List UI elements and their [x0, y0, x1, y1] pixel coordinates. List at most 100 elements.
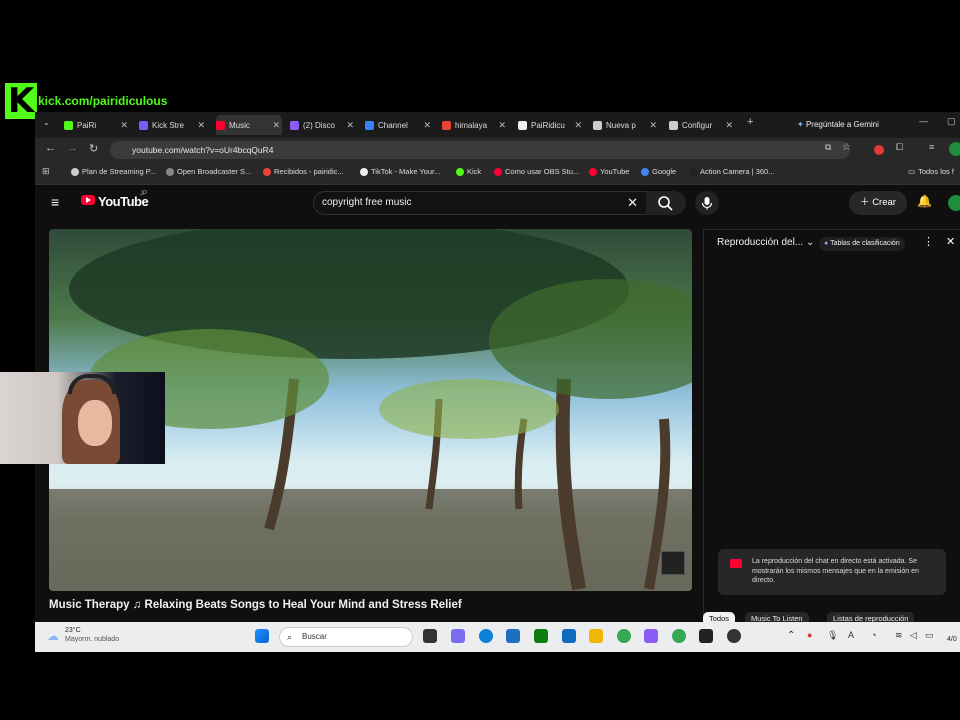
maximize-icon[interactable]: ▢ [947, 116, 956, 127]
bookmark-item[interactable]: Plan de Streaming P... [71, 167, 156, 176]
browser-tab[interactable]: Configur ✕ [669, 115, 735, 135]
bookmark-item[interactable]: Google [641, 167, 676, 176]
task-view-icon[interactable] [423, 629, 437, 643]
bookmark-label: Como usar OBS Stu... [505, 167, 580, 176]
youtube-page: ≡ YouTube JP copyright free music ✕ ＋ Cr… [35, 185, 960, 626]
menu-hamburger-icon[interactable]: ≡ [51, 194, 59, 210]
voice-search-button[interactable] [695, 191, 719, 215]
tray-font-icon[interactable]: A [848, 630, 854, 640]
bookmark-label: Recibidos - pairidic... [274, 167, 344, 176]
folder-icon: ▭ [908, 167, 916, 176]
bookmark-star-icon[interactable]: ☆ [842, 142, 851, 153]
tray-chevron-up-icon[interactable]: ⌃ [787, 630, 795, 641]
close-chat-icon[interactable]: ✕ [946, 235, 955, 248]
browser-tab[interactable]: Nueva p ✕ [593, 115, 659, 135]
more-options-icon[interactable]: ⋮ [923, 235, 934, 248]
notifications-bell-icon[interactable]: 🔔 [917, 194, 932, 208]
tray-app-icon[interactable]: ● [807, 630, 812, 640]
all-bookmarks-folder[interactable]: ▭ Todos los f [908, 167, 954, 176]
close-tab-icon[interactable]: ✕ [197, 120, 205, 131]
new-tab-icon[interactable]: + [747, 116, 753, 128]
back-icon[interactable]: ← [45, 142, 56, 154]
wifi-icon[interactable]: ≋ [895, 630, 903, 641]
store-icon[interactable] [506, 629, 520, 643]
close-tab-icon[interactable]: ✕ [423, 120, 431, 131]
account-avatar[interactable] [948, 195, 960, 211]
browser-tab[interactable]: PaiRi ✕ [64, 115, 130, 135]
forward-icon[interactable]: → [67, 142, 78, 154]
media-icon[interactable]: ≡ [929, 142, 934, 152]
weather-cloud-icon[interactable]: ☁ [47, 629, 59, 643]
bookmark-item[interactable]: Recibidos - pairidic... [263, 167, 344, 176]
close-tab-icon[interactable]: ✕ [272, 120, 280, 131]
close-tab-icon[interactable]: ✕ [649, 120, 657, 131]
close-tab-icon[interactable]: ✕ [574, 120, 582, 131]
bookmark-label: Action Camera | 360... [700, 167, 775, 176]
gemini-button[interactable]: ✦ Pregúntale a Gemini [797, 116, 879, 134]
search-input[interactable]: copyright free music ✕ [313, 191, 647, 215]
bookmark-item[interactable]: TikTok - Make Your... [360, 167, 440, 176]
address-bar[interactable]: youtube.com/watch?v=oUr4bcqQuR4 [110, 141, 850, 159]
close-tab-icon[interactable]: ✕ [725, 120, 733, 131]
search-value: copyright free music [322, 197, 412, 208]
tray-sync-icon[interactable]: ◔ [871, 630, 876, 640]
bookmark-item[interactable]: Kick [456, 167, 481, 176]
kick-favicon [64, 120, 73, 130]
app-icon[interactable] [644, 629, 658, 643]
bookmark-item[interactable]: Open Broadcaster S... [166, 167, 251, 176]
chevron-down-icon: ⌄ [805, 237, 815, 248]
browser-tab[interactable]: Kick Stre ✕ [139, 115, 207, 135]
browser-tab[interactable]: Channel ✕ [365, 115, 433, 135]
close-tab-icon[interactable]: ✕ [120, 120, 128, 131]
search-button[interactable] [646, 191, 686, 215]
obs-icon[interactable] [727, 629, 741, 643]
terminal-icon[interactable] [699, 629, 713, 643]
tray-mic-icon[interactable]: 🎙 [827, 630, 838, 641]
browser-tab[interactable]: himalaya ✕ [442, 115, 508, 135]
weather-description[interactable]: Mayorm. nublado [65, 636, 119, 643]
xbox-icon[interactable] [534, 629, 548, 643]
minimize-icon[interactable]: — [919, 116, 928, 126]
browser-window: ⌄ PaiRi ✕ Kick Stre ✕ Music ✕ (2) Disco ✕ Channe… [35, 112, 960, 652]
bookmark-favicon-icon [360, 167, 368, 176]
bookmark-item[interactable]: Action Camera | 360... [689, 167, 774, 176]
extensions-icon[interactable]: ⧠ [896, 142, 903, 153]
youtube-favicon [216, 120, 225, 130]
browser-tab[interactable]: Music ✕ [216, 115, 282, 135]
leaderboard-chip[interactable]: ● Tablas de clasificación [819, 237, 905, 251]
channel-watermark-icon[interactable] [661, 551, 685, 575]
copilot-icon[interactable] [451, 629, 465, 643]
weather-temperature[interactable]: 23°C [65, 627, 81, 634]
profile-avatar[interactable] [949, 142, 960, 156]
chrome-icon[interactable] [617, 629, 631, 643]
bookmark-item[interactable]: YouTube [589, 167, 629, 176]
chat-mode-dropdown[interactable]: Reproducción del... ⌄ [717, 237, 814, 248]
close-tab-icon[interactable]: ✕ [346, 120, 354, 131]
outlook-icon[interactable] [562, 629, 576, 643]
bookmark-item[interactable]: Como usar OBS Stu... [494, 167, 579, 176]
taskbar-clock[interactable]: 4/0 [947, 636, 957, 643]
windows-start-icon[interactable] [255, 629, 269, 643]
file-explorer-icon[interactable] [589, 629, 603, 643]
close-tab-icon[interactable]: ✕ [498, 120, 506, 131]
create-button[interactable]: ＋ Crear [849, 191, 907, 215]
clear-search-icon[interactable]: ✕ [627, 192, 638, 214]
tab-label: Configur [682, 120, 713, 130]
browser-tab[interactable]: (2) Disco ✕ [290, 115, 356, 135]
tab-search-icon[interactable]: ⌄ [43, 118, 50, 127]
volume-icon[interactable]: ◁ [910, 630, 917, 641]
battery-icon[interactable]: ▭ [925, 630, 934, 641]
bookmark-label: YouTube [600, 167, 630, 176]
bookmark-label: Open Broadcaster S... [177, 167, 252, 176]
extension-record-icon[interactable] [874, 145, 884, 155]
browser-tab[interactable]: PaiRidicu ✕ [518, 115, 584, 135]
taskbar-search[interactable]: ⌕ Buscar [279, 627, 413, 647]
discord-favicon [290, 120, 299, 130]
chrome-profile-icon[interactable] [672, 629, 686, 643]
reload-icon[interactable]: ↻ [89, 142, 98, 155]
globe-favicon [593, 120, 602, 130]
apps-grid-icon[interactable]: ⊞ [42, 166, 50, 177]
streamer-face [78, 400, 112, 446]
cast-icon[interactable]: ⧉ [825, 142, 831, 153]
edge-icon[interactable] [479, 629, 493, 643]
